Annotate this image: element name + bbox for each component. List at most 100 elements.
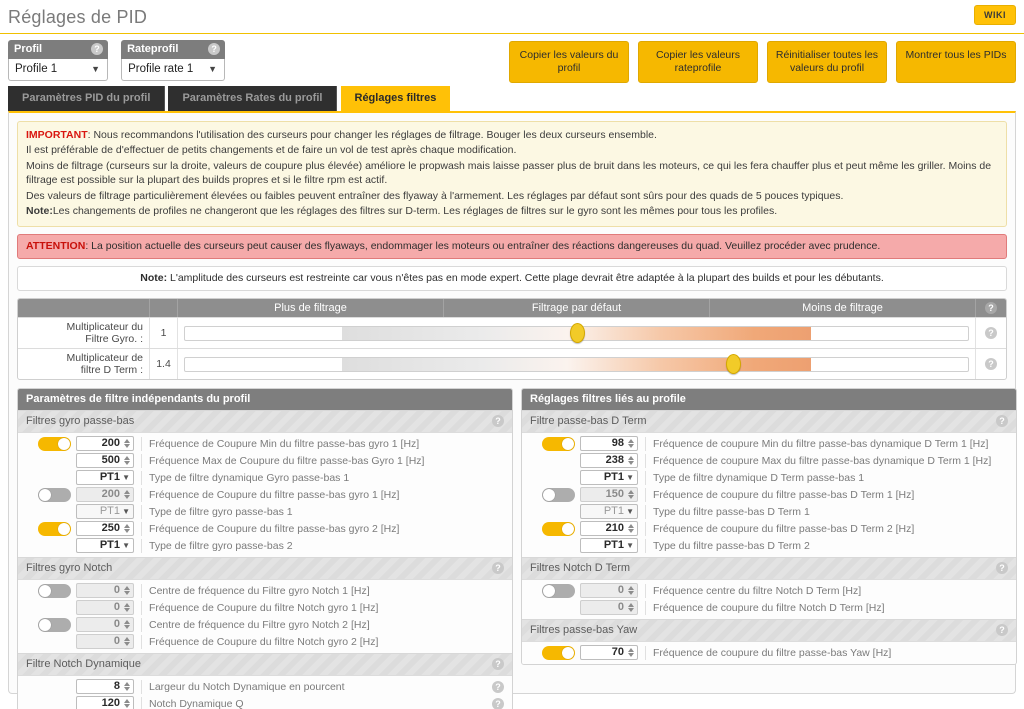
profile-select[interactable]: Profile 1 ▼ (8, 59, 108, 81)
number-stepper[interactable] (626, 437, 635, 450)
stepper-up-icon[interactable] (123, 682, 130, 687)
help-icon[interactable]: ? (91, 43, 103, 55)
dterm-slider-knob[interactable] (726, 354, 742, 375)
stepper-down-icon[interactable] (123, 461, 130, 466)
stepper-up-icon[interactable] (123, 490, 130, 495)
help-icon[interactable]: ? (492, 562, 504, 575)
filter-value-input[interactable]: 98 (580, 436, 638, 452)
stepper-up-icon[interactable] (123, 620, 130, 625)
stepper-down-icon[interactable] (123, 642, 130, 647)
number-stepper[interactable] (626, 454, 635, 467)
filter-enable-toggle[interactable] (38, 583, 71, 598)
wiki-button[interactable]: WIKI (974, 5, 1016, 25)
help-icon[interactable]: ? (492, 658, 504, 671)
stepper-down-icon[interactable] (627, 653, 634, 658)
filter-value-input[interactable]: 210 (580, 521, 638, 537)
number-stepper[interactable] (626, 646, 635, 659)
chevron-down-icon: ▼ (122, 507, 130, 517)
help-icon[interactable]: ? (985, 327, 997, 340)
stepper-down-icon[interactable] (123, 444, 130, 449)
filter-enable-toggle[interactable] (542, 645, 575, 660)
stepper-down-icon[interactable] (123, 591, 130, 596)
filter-value-input[interactable]: 238 (580, 453, 638, 469)
number-stepper[interactable] (122, 522, 131, 535)
gyro-filter-multiplier-slider[interactable] (184, 323, 969, 344)
show-all-pids-button[interactable]: Montrer tous les PIDs (896, 41, 1016, 83)
filter-row-help[interactable]: ? (490, 697, 506, 709)
copy-rateprofile-values-button[interactable]: Copier les valeurs rateprofile (638, 41, 758, 83)
stepper-up-icon[interactable] (627, 456, 634, 461)
stepper-up-icon[interactable] (627, 648, 634, 653)
stepper-up-icon[interactable] (123, 603, 130, 608)
stepper-up-icon[interactable] (627, 603, 634, 608)
help-icon[interactable]: ? (996, 562, 1008, 575)
help-icon[interactable]: ? (208, 43, 221, 55)
right-panel-title: Réglages filtres liés au profile (522, 389, 1016, 411)
filter-row-help: ? (490, 438, 506, 450)
filter-type-select[interactable]: PT1 ▼ (76, 538, 134, 554)
stepper-up-icon[interactable] (123, 439, 130, 444)
filter-enable-toggle[interactable] (542, 436, 575, 451)
stepper-down-icon[interactable] (627, 608, 634, 613)
filter-enable-toggle[interactable] (38, 521, 71, 536)
help-icon[interactable]: ? (492, 415, 504, 428)
stepper-down-icon[interactable] (627, 529, 634, 534)
filter-enable-toggle[interactable] (38, 487, 71, 502)
help-icon[interactable]: ? (996, 624, 1008, 637)
tab-rate-profile-settings[interactable]: Paramètres Rates du profil (168, 86, 338, 111)
filter-enable-toggle[interactable] (38, 617, 71, 632)
help-icon[interactable]: ? (996, 415, 1008, 428)
number-stepper[interactable] (122, 697, 131, 709)
number-stepper[interactable] (626, 522, 635, 535)
filter-enable-toggle[interactable] (542, 583, 575, 598)
filter-value-input[interactable]: 200 (76, 436, 134, 452)
stepper-up-icon[interactable] (123, 637, 130, 642)
rateprofile-select[interactable]: Profile rate 1 ▼ (121, 59, 226, 81)
stepper-down-icon[interactable] (123, 608, 130, 613)
number-stepper[interactable] (122, 454, 131, 467)
stepper-down-icon[interactable] (627, 495, 634, 500)
stepper-up-icon[interactable] (627, 586, 634, 591)
gyro-slider-knob[interactable] (569, 323, 585, 344)
copy-profile-values-button[interactable]: Copier les valeurs du profil (509, 41, 629, 83)
stepper-down-icon[interactable] (123, 495, 130, 500)
stepper-down-icon[interactable] (123, 704, 130, 709)
stepper-up-icon[interactable] (123, 699, 130, 704)
stepper-up-icon[interactable] (123, 456, 130, 461)
stepper-down-icon[interactable] (123, 687, 130, 692)
filter-row-help: ? (994, 602, 1010, 614)
reset-profile-values-button[interactable]: Réinitialiser toutes les valeurs du prof… (767, 41, 887, 83)
filter-row-help[interactable]: ? (490, 680, 506, 693)
stepper-down-icon[interactable] (123, 625, 130, 630)
stepper-up-icon[interactable] (627, 439, 634, 444)
filter-type-select[interactable]: PT1 ▼ (76, 470, 134, 486)
help-icon[interactable]: ? (985, 358, 997, 371)
stepper-up-icon[interactable] (123, 586, 130, 591)
stepper-down-icon[interactable] (627, 591, 634, 596)
filter-enable-toggle[interactable] (38, 436, 71, 451)
filter-value-input[interactable]: 500 (76, 453, 134, 469)
stepper-down-icon[interactable] (627, 461, 634, 466)
number-stepper[interactable] (122, 437, 131, 450)
number-stepper[interactable] (122, 680, 131, 693)
filter-value-input[interactable]: 250 (76, 521, 134, 537)
stepper-up-icon[interactable] (627, 524, 634, 529)
stepper-up-icon[interactable] (123, 524, 130, 529)
stepper-down-icon[interactable] (123, 529, 130, 534)
tab-pid-profile-settings[interactable]: Paramètres PID du profil (8, 86, 166, 111)
dterm-filter-multiplier-slider[interactable] (184, 354, 969, 375)
filter-value-input[interactable]: 8 (76, 679, 134, 695)
stepper-down-icon[interactable] (627, 444, 634, 449)
filter-type-select[interactable]: PT1 ▼ (580, 538, 638, 554)
help-icon[interactable]: ? (492, 680, 504, 693)
filter-enable-toggle[interactable] (542, 487, 575, 502)
help-icon[interactable]: ? (492, 697, 504, 709)
filter-value-input[interactable]: 120 (76, 696, 134, 709)
filter-type-select[interactable]: PT1 ▼ (580, 470, 638, 486)
tab-filter-settings[interactable]: Réglages filtres (340, 86, 451, 111)
filter-value-input[interactable]: 70 (580, 645, 638, 661)
stepper-up-icon[interactable] (627, 490, 634, 495)
filter-row-help: ? (490, 602, 506, 614)
help-icon[interactable]: ? (985, 302, 997, 315)
filter-enable-toggle[interactable] (542, 521, 575, 536)
